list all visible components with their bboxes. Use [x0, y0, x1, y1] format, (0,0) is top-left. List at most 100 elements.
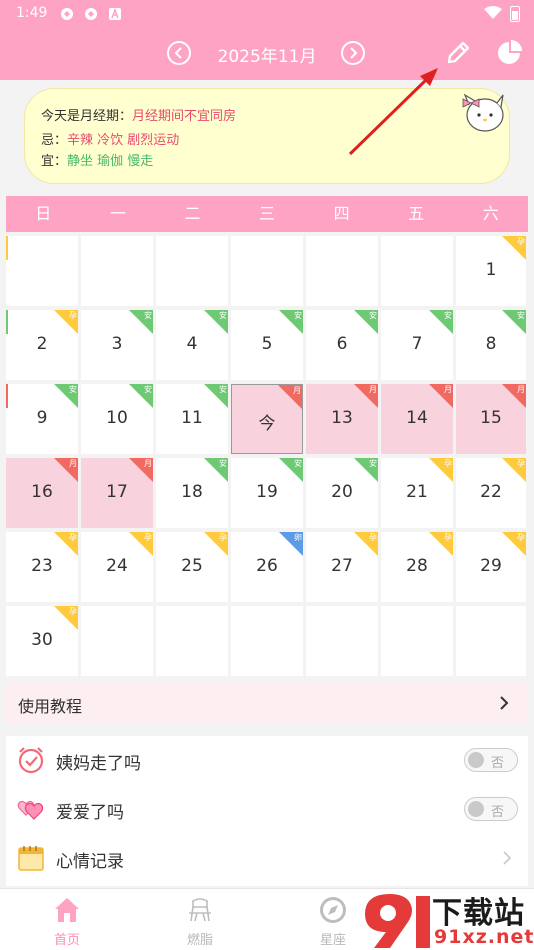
calendar-day-cell[interactable]: 25 孕	[156, 532, 228, 602]
alarm-clock-icon	[18, 747, 44, 774]
calendar-day-cell[interactable]: 2孕	[6, 310, 78, 380]
calendar-day-number: 22	[480, 482, 502, 502]
edit-pencil-icon[interactable]	[444, 39, 472, 67]
calendar-day-number: 23	[31, 556, 53, 576]
calendar-day-cell[interactable]: 6安	[306, 310, 378, 380]
calendar-day-number: 13	[331, 408, 353, 428]
tip-line-status: 今天是月经期：月经期间不宜同房	[41, 105, 236, 124]
tip-status-value: 月经期间不宜同房	[132, 109, 237, 124]
toggle-knob	[468, 801, 484, 817]
calendar-day-cell[interactable]: 1孕	[456, 236, 526, 306]
toggle-label: 否	[491, 756, 505, 771]
tab-fat-burn[interactable]: 燃脂	[155, 889, 245, 950]
pie-chart-icon[interactable]	[496, 38, 524, 66]
status-time: 1:49	[16, 5, 48, 21]
day-status-badge: 孕	[429, 458, 453, 482]
calendar-day-cell[interactable]: 29 孕	[456, 532, 526, 602]
day-status-badge: 月	[502, 384, 526, 408]
calendar-day-cell[interactable]: 7安	[381, 310, 453, 380]
day-status-badge: 月	[429, 384, 453, 408]
calendar-day-number: 26	[256, 556, 278, 576]
calendar-day-cell[interactable]: 13 月	[306, 384, 378, 454]
calendar-day-cell[interactable]: 5安	[231, 310, 303, 380]
day-status-badge: 安	[354, 458, 378, 482]
chevron-left-icon	[174, 47, 182, 59]
calendar-day-number: 16	[31, 482, 53, 502]
tip-suitable-label: 宜：	[41, 154, 68, 169]
hearts-icon	[17, 800, 44, 820]
calendar-day-cell[interactable]: 16 月	[6, 458, 78, 528]
tab-fat-burn-label: 燃脂	[186, 933, 213, 948]
calendar-day-cell[interactable]: 14 月	[381, 384, 453, 454]
prev-day-marker	[6, 236, 8, 260]
day-status-badge: 孕	[54, 606, 78, 630]
calendar-day-number: 4	[186, 334, 198, 354]
calendar-day-cell[interactable]: 9安	[6, 384, 78, 454]
calendar-day-cell[interactable]: 17 月	[81, 458, 153, 528]
calendar-day-number: 11	[181, 408, 203, 428]
toggle-label: 否	[491, 805, 505, 820]
calendar-day-number: 2	[36, 334, 48, 354]
calendar-day-cell[interactable]: 3安	[81, 310, 153, 380]
calendar-day-number: 3	[111, 334, 123, 354]
calendar-empty-cell	[231, 236, 303, 306]
calendar-day-cell[interactable]: 今月	[231, 384, 303, 454]
calendar-day-cell[interactable]: 20 安	[306, 458, 378, 528]
day-status-badge: 孕	[502, 532, 526, 556]
prev-month-button[interactable]	[167, 41, 191, 65]
calendar-day-cell[interactable]: 22 孕	[456, 458, 526, 528]
calendar-day-cell[interactable]: 19 安	[231, 458, 303, 528]
day-status-tag: 孕	[144, 533, 152, 542]
day-status-tag: 安	[294, 311, 302, 320]
calendar-day-cell[interactable]: 15 月	[456, 384, 526, 454]
day-status-badge: 安	[129, 384, 153, 408]
calendar-empty-cell	[306, 236, 378, 306]
calendar-grid: 1 孕 2 孕 3 安 4 安 5 安 6 安 7 安 8 安 9 安 10 安 11 安今月 13 月 14 月 15 月 16 月 17…	[6, 236, 528, 680]
calendar-day-cell[interactable]: 27 孕	[306, 532, 378, 602]
tutorial-bar[interactable]: 使用教程	[6, 682, 528, 724]
calendar-day-cell[interactable]: 24 孕	[81, 532, 153, 602]
made-love-label: 爱爱了吗	[56, 803, 124, 823]
day-status-tag: 安	[294, 459, 302, 468]
day-status-badge: 安	[204, 310, 228, 334]
day-status-tag: 孕	[219, 533, 227, 542]
calendar-day-number: 25	[181, 556, 203, 576]
day-status-tag: 孕	[517, 237, 525, 246]
chevron-right-icon	[500, 696, 509, 710]
calendar-day-cell[interactable]: 23 孕	[6, 532, 78, 602]
tab-home-label: 首页	[53, 933, 80, 948]
weekday-fri: 五	[408, 204, 425, 223]
weekday-tue: 二	[184, 204, 201, 223]
month-nav: 2025年11月	[0, 30, 534, 76]
weekday-thu: 四	[333, 204, 350, 223]
record-list: 姨妈走了吗 否 爱爱了吗 否 心情记录	[6, 736, 528, 886]
calendar-day-cell[interactable]: 8安	[456, 310, 526, 380]
app-notification-icon-2	[85, 8, 97, 20]
calendar-day-cell[interactable]: 10 安	[81, 384, 153, 454]
day-status-tag: 月	[144, 459, 152, 468]
tab-home[interactable]: 首页	[22, 889, 112, 950]
calendar-day-cell[interactable]: 4安	[156, 310, 228, 380]
calendar-day-cell[interactable]: 26 卵	[231, 532, 303, 602]
calendar-day-cell[interactable]: 28 孕	[381, 532, 453, 602]
calendar-empty-cell	[81, 606, 153, 676]
day-status-tag: 安	[369, 459, 377, 468]
calendar-day-cell[interactable]: 11 安	[156, 384, 228, 454]
period-gone-toggle[interactable]: 否	[464, 748, 518, 772]
app-notification-icon	[61, 8, 73, 20]
day-status-tag: 孕	[69, 533, 77, 542]
made-love-toggle[interactable]: 否	[464, 797, 518, 821]
day-status-badge: 安	[204, 384, 228, 408]
next-month-button[interactable]	[341, 41, 365, 65]
home-icon	[55, 898, 79, 922]
calendar-day-cell[interactable]: 18 安	[156, 458, 228, 528]
day-status-tag: 月	[293, 386, 301, 395]
weekday-sun: 日	[35, 204, 52, 223]
day-status-badge: 安	[354, 310, 378, 334]
status-bar: 1:49	[0, 0, 534, 28]
mood-record-row[interactable]: 心情记录	[6, 834, 528, 882]
calendar-day-cell[interactable]: 30 孕	[6, 606, 78, 676]
calendar-day-cell[interactable]: 21 孕	[381, 458, 453, 528]
day-status-tag: 月	[517, 385, 525, 394]
chevron-right-icon	[503, 851, 512, 865]
